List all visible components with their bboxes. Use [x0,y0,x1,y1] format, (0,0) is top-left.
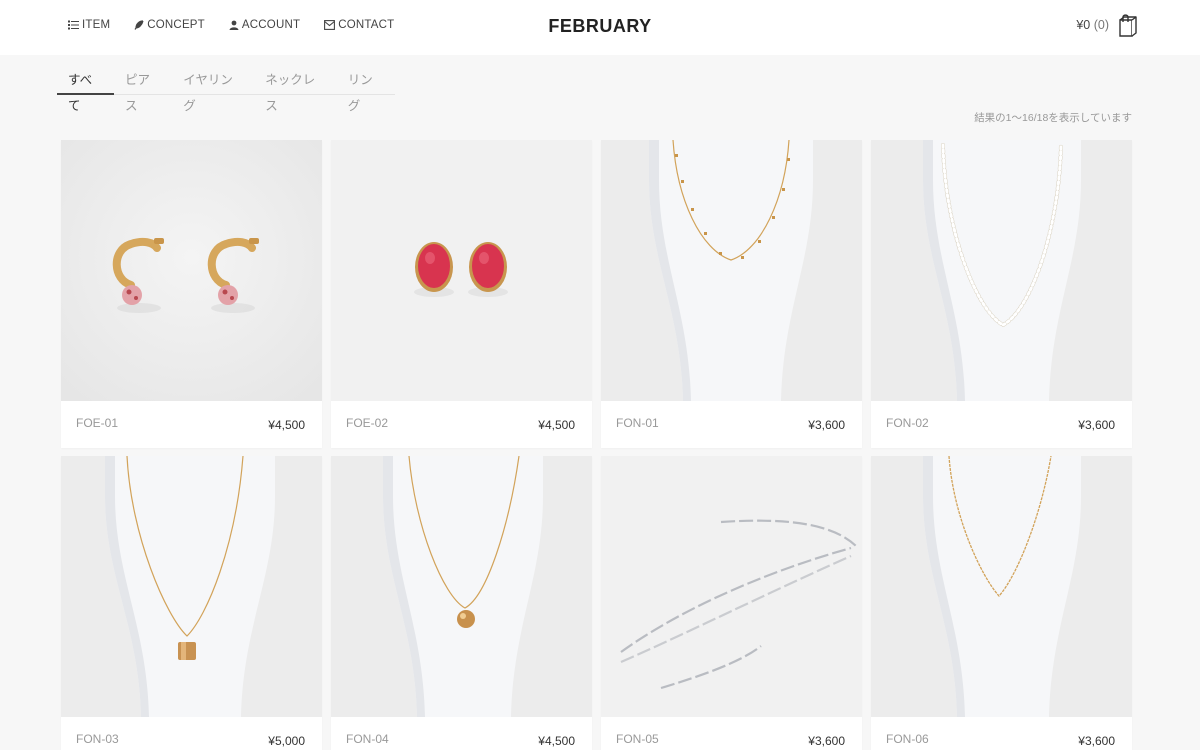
product-info: FON-01 ¥3,600 [601,401,862,448]
nav-item-label: ACCOUNT [241,19,301,31]
site-header: ITEM CONCEPT ACCOUNT CONTACT FEBRUARY ¥0 [0,0,1200,55]
mail-icon [324,20,336,30]
result-count: 結果の1〜16/18を表示しています [974,112,1132,124]
product-code: FON-03 [76,732,119,746]
product-card[interactable]: FOE-01 ¥4,500 [61,140,322,448]
product-card[interactable]: FON-05 ¥3,600 [601,456,862,750]
product-price: ¥3,600 [808,734,845,748]
nav-item-concept[interactable]: CONCEPT [134,19,205,31]
product-card[interactable]: FON-02 ¥3,600 [871,140,1132,448]
product-code: FON-01 [616,416,659,430]
product-card[interactable]: FON-03 ¥5,000 [61,456,322,750]
product-image[interactable] [601,456,862,717]
product-code: FON-06 [886,732,929,746]
product-code: FON-04 [346,732,389,746]
product-image[interactable] [871,456,1132,717]
product-image[interactable] [61,456,322,717]
product-info: FOE-01 ¥4,500 [61,401,322,448]
shopping-bag-icon [1119,14,1137,37]
tab-all[interactable]: すべて [57,67,114,113]
feather-icon [134,20,144,30]
product-image[interactable] [331,456,592,717]
product-price: ¥3,600 [1078,734,1115,748]
product-info: FOE-02 ¥4,500 [331,401,592,448]
product-info: FON-03 ¥5,000 [61,717,322,750]
nav-item-account[interactable]: ACCOUNT [229,19,300,31]
product-card[interactable]: FOE-02 ¥4,500 [331,140,592,448]
product-info: FON-06 ¥3,600 [871,717,1132,750]
product-price: ¥4,500 [538,418,575,432]
nav-item-label: CONCEPT [147,19,205,31]
product-image[interactable] [871,140,1132,401]
product-image[interactable] [331,140,592,401]
product-card[interactable]: FON-06 ¥3,600 [871,456,1132,750]
product-card[interactable]: FON-04 ¥4,500 [331,456,592,750]
product-info: FON-02 ¥3,600 [871,401,1132,448]
product-code: FOE-01 [76,416,119,430]
product-price: ¥5,000 [268,734,305,748]
cart-count: (0) [1093,18,1109,32]
product-image[interactable] [601,140,862,401]
tab-necklaces[interactable]: ネックレス [254,67,336,113]
product-grid: FOE-01 ¥4,500 FOE-02 ¥4,500 FON-01 ¥3,60… [61,140,1132,750]
nav-item-item[interactable]: ITEM [68,19,110,31]
product-price: ¥3,600 [1078,418,1115,432]
product-code: FOE-02 [346,416,389,430]
product-code: FON-05 [616,732,659,746]
product-price: ¥4,500 [538,734,575,748]
tab-pierced-earrings[interactable]: ピアス [114,67,172,113]
person-icon [229,20,239,30]
product-code: FON-02 [886,416,929,430]
nav-item-label: CONTACT [338,19,395,31]
product-image[interactable] [61,140,322,401]
tab-rings[interactable]: リング [337,67,395,113]
list-icon [68,20,79,30]
category-tabs: すべて ピアス イヤリング ネックレス リング [57,67,395,113]
product-price: ¥3,600 [808,418,845,432]
tab-earrings[interactable]: イヤリング [172,67,254,113]
product-price: ¥4,500 [268,418,305,432]
main-nav: ITEM CONCEPT ACCOUNT CONTACT [68,19,394,31]
cart-total-wrapper: ¥0 (0) [1076,18,1109,32]
product-info: FON-04 ¥4,500 [331,717,592,750]
cart-button[interactable]: ¥0 (0) [1076,13,1138,37]
product-info: FON-05 ¥3,600 [601,717,862,750]
brand-logo[interactable]: FEBRUARY [548,16,651,36]
nav-item-label: ITEM [82,19,111,31]
product-card[interactable]: FON-01 ¥3,600 [601,140,862,448]
nav-item-contact[interactable]: CONTACT [324,19,394,31]
cart-total: ¥0 [1076,18,1091,32]
